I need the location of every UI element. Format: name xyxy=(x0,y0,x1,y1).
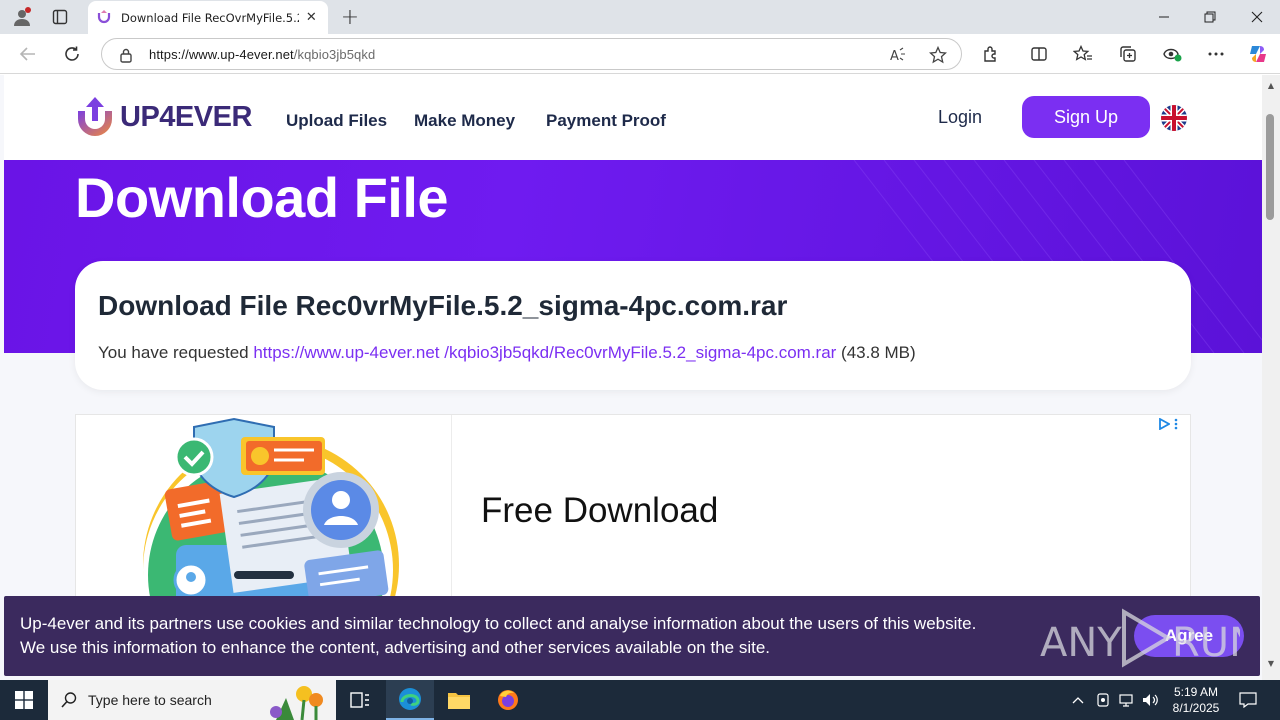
scroll-down-arrow-icon[interactable]: ▼ xyxy=(1265,659,1277,671)
tray-network-icon[interactable] xyxy=(1116,690,1136,710)
cookie-line-2: We use this information to enhance the c… xyxy=(20,638,771,657)
file-link[interactable]: https://www.up-4ever.net /kqbio3jb5qkd/R… xyxy=(253,343,836,362)
scroll-up-arrow-icon[interactable]: ▲ xyxy=(1265,81,1277,93)
ad-headline[interactable]: Free Download xyxy=(481,491,718,531)
extensions-icon[interactable] xyxy=(977,40,1005,68)
copilot-icon[interactable] xyxy=(1244,40,1272,68)
page-scrollbar[interactable]: ▲ ▼ xyxy=(1262,75,1280,680)
request-prefix: You have requested xyxy=(98,343,254,362)
hero-title: Download File xyxy=(75,166,449,229)
profile-icon[interactable] xyxy=(8,3,36,31)
url-host: https://www.up-4ever.net xyxy=(149,47,294,62)
file-info-card: Download File Rec0vrMyFile.5.2_sigma-4pc… xyxy=(75,261,1191,390)
advertisement-box[interactable]: Free Download xyxy=(75,414,1191,605)
refresh-icon[interactable] xyxy=(58,40,86,68)
browser-toolbar: https://www.up-4ever.net/kqbio3jb5qkd A xyxy=(0,34,1280,74)
tab-close-icon[interactable]: ✕ xyxy=(303,9,320,27)
anyrun-watermark: ANY RUN xyxy=(1040,608,1240,668)
address-bar[interactable]: https://www.up-4ever.net/kqbio3jb5qkd A xyxy=(101,38,962,70)
site-header: UP4EVER Upload Files Make Money Payment … xyxy=(4,75,1262,160)
read-aloud-icon[interactable]: A xyxy=(887,44,909,66)
url-path: /kqbio3jb5qkd xyxy=(293,47,376,62)
uk-flag-icon[interactable] xyxy=(1161,105,1187,131)
settings-more-icon[interactable] xyxy=(1202,40,1230,68)
collections-icon[interactable] xyxy=(1114,40,1142,68)
file-size: (43.8 MB) xyxy=(836,343,916,362)
tab-title: Download File RecOvrMyFile.5.2_s xyxy=(121,10,299,25)
favorites-icon[interactable] xyxy=(1069,40,1097,68)
tray-volume-icon[interactable] xyxy=(1140,690,1160,710)
site-info-lock-icon[interactable] xyxy=(115,44,137,66)
sign-up-button[interactable]: Sign Up xyxy=(1022,96,1150,138)
nav-upload-files[interactable]: Upload Files xyxy=(286,111,387,131)
watermark-text-left: ANY xyxy=(1040,620,1122,666)
up4ever-logo-icon xyxy=(78,97,112,136)
back-icon[interactable] xyxy=(14,40,42,68)
cookie-text: Up-4ever and its partners use cookies an… xyxy=(20,612,976,660)
browser-tab-bar: Download File RecOvrMyFile.5.2_s ✕ + xyxy=(0,0,1280,34)
clock-time: 5:19 AM xyxy=(1173,685,1219,699)
close-window-icon[interactable] xyxy=(1234,0,1280,34)
nav-payment-proof[interactable]: Payment Proof xyxy=(546,111,666,131)
login-link[interactable]: Login xyxy=(938,107,982,128)
clock-date: 8/1/2025 xyxy=(1172,701,1220,715)
windows-taskbar: Type here to search 5:19 AM 8/1/2025 xyxy=(0,680,1280,720)
watermark-text-right: RUN xyxy=(1172,620,1240,666)
favorite-star-icon[interactable] xyxy=(927,44,949,66)
search-icon xyxy=(61,692,77,708)
taskbar-edge-icon[interactable] xyxy=(386,680,434,720)
svg-text:A: A xyxy=(890,49,899,63)
ad-illustration[interactable] xyxy=(76,415,452,605)
search-placeholder: Type here to search xyxy=(88,692,212,708)
scroll-thumb[interactable] xyxy=(1266,114,1274,220)
nav-make-money[interactable]: Make Money xyxy=(414,111,515,131)
tray-device-icon[interactable] xyxy=(1093,690,1113,710)
windows-logo-icon xyxy=(15,691,33,709)
browser-essentials-icon[interactable] xyxy=(1158,40,1186,68)
address-url[interactable]: https://www.up-4ever.net/kqbio3jb5qkd xyxy=(149,47,375,62)
taskbar-file-explorer-icon[interactable] xyxy=(435,680,483,720)
logo-text: UP4EVER xyxy=(120,100,252,133)
notifications-icon[interactable] xyxy=(1238,690,1258,710)
start-button[interactable] xyxy=(0,680,48,720)
file-request-line: You have requested https://www.up-4ever.… xyxy=(98,343,916,363)
cookie-line-1: Up-4ever and its partners use cookies an… xyxy=(20,614,977,633)
tab-actions-icon[interactable] xyxy=(46,3,74,31)
task-view-icon[interactable] xyxy=(336,680,384,720)
file-title: Download File Rec0vrMyFile.5.2_sigma-4pc… xyxy=(98,290,788,321)
site-logo[interactable]: UP4EVER xyxy=(74,95,252,139)
tray-show-hidden-icon[interactable] xyxy=(1068,690,1088,710)
restore-icon[interactable] xyxy=(1187,0,1233,34)
taskbar-firefox-icon[interactable] xyxy=(484,680,532,720)
minimize-icon[interactable] xyxy=(1141,0,1187,34)
cookie-consent-banner: Up-4ever and its partners use cookies an… xyxy=(4,596,1260,676)
taskbar-search-box[interactable]: Type here to search xyxy=(48,680,336,720)
taskbar-clock[interactable]: 5:19 AM 8/1/2025 xyxy=(1168,684,1224,716)
site-favicon-icon xyxy=(96,8,112,28)
page-viewport: UP4EVER Upload Files Make Money Payment … xyxy=(0,75,1280,680)
browser-tab-active[interactable]: Download File RecOvrMyFile.5.2_s ✕ xyxy=(88,1,328,34)
search-highlight-flowers-icon xyxy=(270,686,323,720)
split-screen-icon[interactable] xyxy=(1025,40,1053,68)
new-tab-button[interactable]: + xyxy=(336,3,364,31)
ad-choices-icon[interactable] xyxy=(1158,417,1188,431)
